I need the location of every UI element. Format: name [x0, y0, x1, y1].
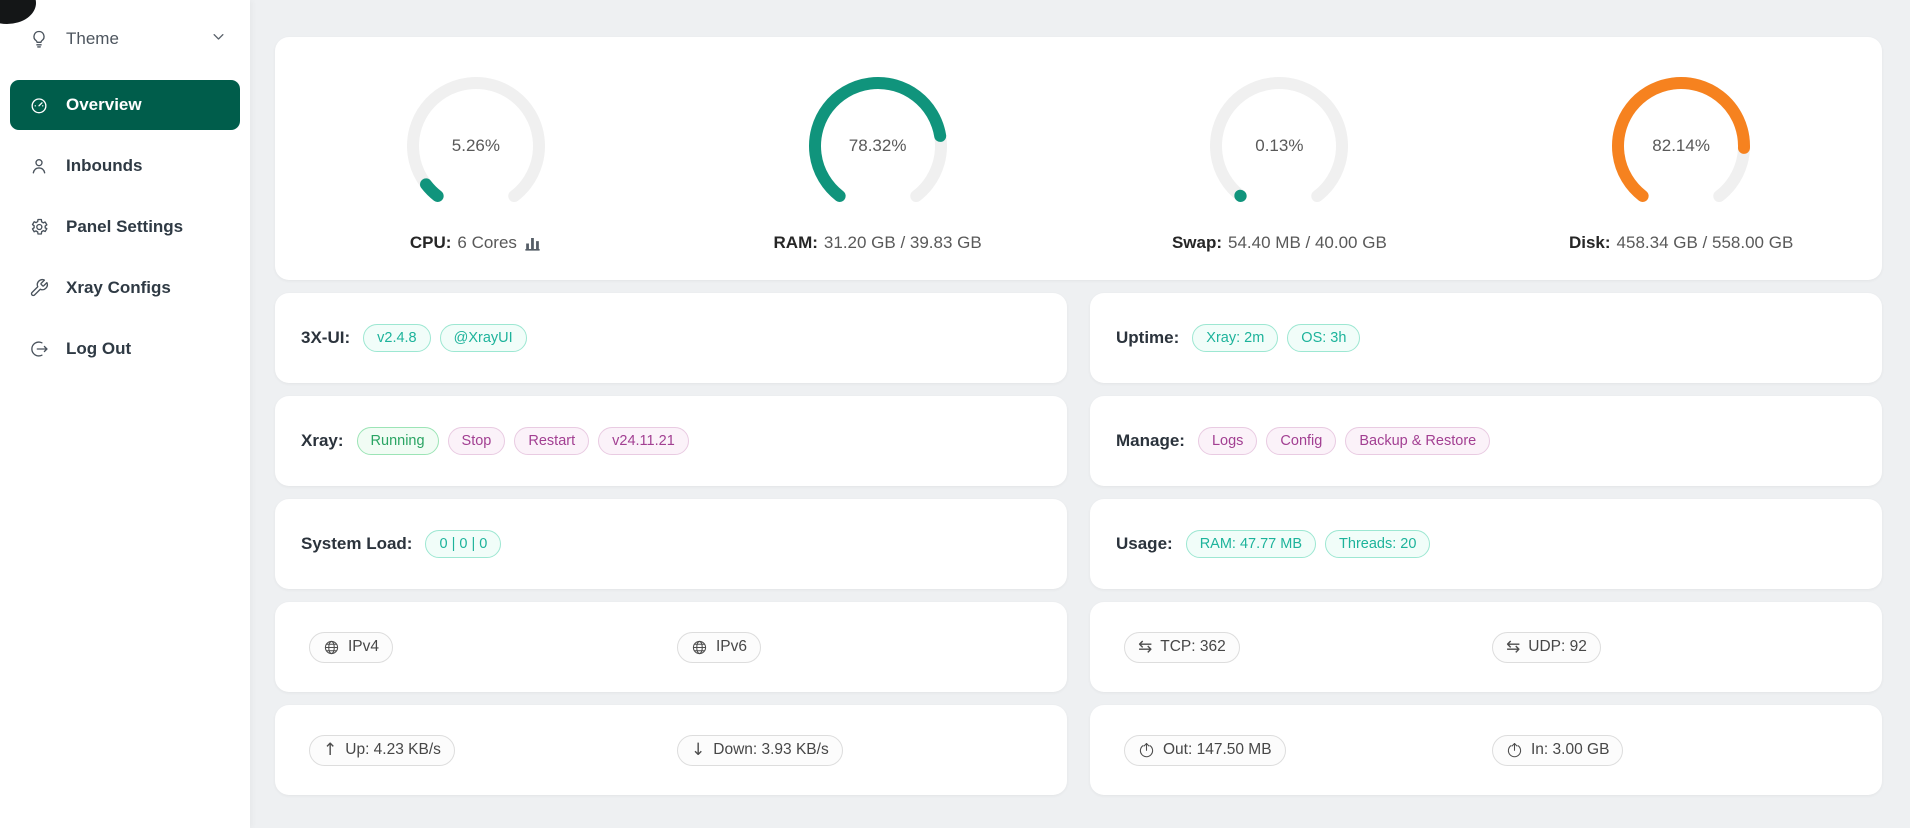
main-content: 5.26% CPU: 6 Cores 78.32% RAM: 31.20 G: [250, 0, 1910, 828]
usage-ram-badge: RAM: 47.77 MB: [1186, 530, 1316, 558]
traffic-in-pill: In: 3.00 GB: [1492, 735, 1623, 766]
sidebar-item-xray-configs[interactable]: Xray Configs: [10, 263, 240, 313]
usage-card: Usage: RAM: 47.77 MB Threads: 20: [1090, 499, 1882, 589]
sidebar-item-label: Inbounds: [66, 156, 142, 176]
user-icon: [28, 155, 50, 177]
system-load-label: System Load:: [301, 534, 412, 554]
dashboard-icon: [28, 94, 50, 116]
sidebar-item-inbounds[interactable]: Inbounds: [10, 141, 240, 191]
tcp-pill: ⇆ TCP: 362: [1124, 632, 1240, 663]
connections-card: ⇆ TCP: 362 ⇆ UDP: 92: [1090, 602, 1882, 692]
info-grid: 3X-UI: v2.4.8 @XrayUI Uptime: Xray: 2m O…: [275, 293, 1882, 795]
speed-card: ↑ Up: 4.23 KB/s ↓ Down: 3.93 KB/s: [275, 705, 1067, 795]
manage-card: Manage: Logs Config Backup & Restore: [1090, 396, 1882, 486]
cpu-percent: 5.26%: [401, 71, 551, 221]
chevron-down-icon: [211, 29, 226, 49]
upload-speed-pill: ↑ Up: 4.23 KB/s: [309, 735, 455, 766]
xray-status-badge: Running: [357, 427, 439, 455]
traffic-out-pill: Out: 147.50 MB: [1124, 735, 1286, 766]
gear-icon: [28, 216, 50, 238]
ram-gauge: 78.32% RAM: 31.20 GB / 39.83 GB: [774, 71, 982, 253]
sidebar: Theme Overview Inbounds Panel Settings: [0, 0, 250, 828]
system-load-badge: 0 | 0 | 0: [425, 530, 501, 558]
manage-label: Manage:: [1116, 431, 1185, 451]
usage-label: Usage:: [1116, 534, 1173, 554]
globe-icon: [323, 639, 340, 656]
wrench-icon: [28, 277, 50, 299]
xui-channel-badge[interactable]: @XrayUI: [440, 324, 527, 352]
download-speed-pill: ↓ Down: 3.93 KB/s: [677, 735, 843, 766]
cpu-label: CPU: 6 Cores: [401, 233, 551, 253]
uptime-xray-badge: Xray: 2m: [1192, 324, 1278, 352]
lightbulb-icon: [28, 28, 50, 50]
swap-gauge: 0.13% Swap: 54.40 MB / 40.00 GB: [1172, 71, 1387, 253]
swap-arrows-icon: ⇆: [1138, 639, 1152, 656]
sidebar-item-overview[interactable]: Overview: [10, 80, 240, 130]
traffic-card: Out: 147.50 MB In: 3.00 GB: [1090, 705, 1882, 795]
ram-label: RAM: 31.20 GB / 39.83 GB: [774, 233, 982, 253]
disk-gauge: 82.14% Disk: 458.34 GB / 558.00 GB: [1569, 71, 1793, 253]
sidebar-item-panel-settings[interactable]: Panel Settings: [10, 202, 240, 252]
system-stats-card: 5.26% CPU: 6 Cores 78.32% RAM: 31.20 G: [275, 37, 1882, 280]
ip-card: IPv4 IPv6: [275, 602, 1067, 692]
sidebar-nav: Overview Inbounds Panel Settings Xray Co…: [10, 80, 240, 374]
disk-label: Disk: 458.34 GB / 558.00 GB: [1569, 233, 1793, 253]
system-load-card: System Load: 0 | 0 | 0: [275, 499, 1067, 589]
sidebar-item-label: Panel Settings: [66, 217, 183, 237]
logs-button[interactable]: Logs: [1198, 427, 1257, 455]
theme-label: Theme: [66, 29, 119, 49]
bar-chart-icon: [523, 234, 542, 253]
disk-percent: 82.14%: [1606, 71, 1756, 221]
ipv6-pill[interactable]: IPv6: [677, 632, 761, 663]
arrow-down-icon: ↓: [691, 742, 705, 759]
xui-label: 3X-UI:: [301, 328, 350, 348]
xui-version-badge[interactable]: v2.4.8: [363, 324, 431, 352]
theme-selector[interactable]: Theme: [10, 14, 240, 64]
cpu-gauge: 5.26% CPU: 6 Cores: [401, 71, 551, 253]
uptime-os-badge: OS: 3h: [1287, 324, 1360, 352]
sidebar-item-label: Overview: [66, 95, 142, 115]
traffic-in-icon: [1506, 742, 1523, 759]
uptime-label: Uptime:: [1116, 328, 1179, 348]
ipv4-pill[interactable]: IPv4: [309, 632, 393, 663]
ram-percent: 78.32%: [803, 71, 953, 221]
swap-label: Swap: 54.40 MB / 40.00 GB: [1172, 233, 1387, 253]
globe-icon: [691, 639, 708, 656]
sidebar-item-label: Log Out: [66, 339, 131, 359]
arrow-up-icon: ↑: [323, 742, 337, 759]
swap-arrows-icon: ⇆: [1506, 639, 1520, 656]
usage-threads-badge: Threads: 20: [1325, 530, 1430, 558]
xray-label: Xray:: [301, 431, 344, 451]
sidebar-item-label: Xray Configs: [66, 278, 171, 298]
udp-pill: ⇆ UDP: 92: [1492, 632, 1601, 663]
uptime-card: Uptime: Xray: 2m OS: 3h: [1090, 293, 1882, 383]
xray-stop-button[interactable]: Stop: [448, 427, 506, 455]
sidebar-item-logout[interactable]: Log Out: [10, 324, 240, 374]
xui-card: 3X-UI: v2.4.8 @XrayUI: [275, 293, 1067, 383]
xray-restart-button[interactable]: Restart: [514, 427, 589, 455]
traffic-out-icon: [1138, 742, 1155, 759]
logout-icon: [28, 338, 50, 360]
swap-percent: 0.13%: [1204, 71, 1354, 221]
config-button[interactable]: Config: [1266, 427, 1336, 455]
xray-version-badge[interactable]: v24.11.21: [598, 427, 689, 455]
xray-card: Xray: Running Stop Restart v24.11.21: [275, 396, 1067, 486]
backup-restore-button[interactable]: Backup & Restore: [1345, 427, 1490, 455]
